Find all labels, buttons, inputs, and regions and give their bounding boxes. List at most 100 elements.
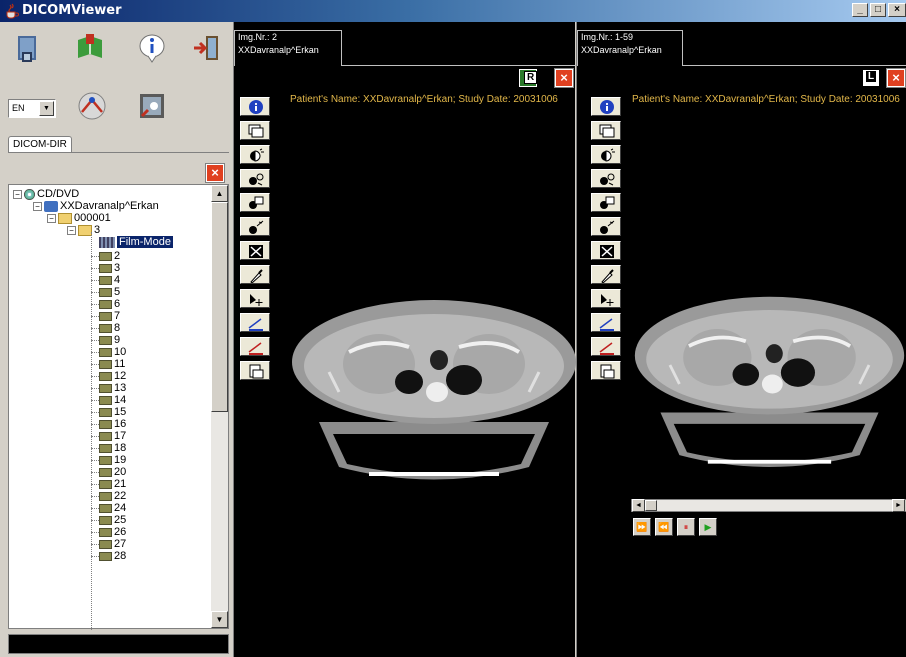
move-tool-button[interactable] [591,289,621,308]
collapse-icon[interactable]: − [67,225,76,235]
window-level-tool-button[interactable] [240,169,270,188]
tree-node-cd[interactable]: − CD/DVD [13,188,79,200]
network-icon[interactable] [74,88,110,124]
pipette-tool-button[interactable] [591,265,621,284]
image-icon [99,371,112,381]
tree-node-image[interactable]: 24 [91,502,126,514]
tree-node-image[interactable]: 19 [91,454,126,466]
info-tool-button[interactable] [240,97,270,116]
scroll-down-button[interactable]: ▼ [211,611,228,628]
film-icon [99,236,115,248]
stack-tool-button[interactable] [591,121,621,140]
contrast-tool-button[interactable] [591,145,621,164]
pipette-tool-button[interactable] [240,265,270,284]
image-viewer-1[interactable]: Img.Nr.: 2 XXDavranalp^Erkan R × Patient… [233,22,576,657]
close-viewer-2-button[interactable]: × [886,68,906,88]
play-icon: ▶ [704,522,712,532]
tree-node-image[interactable]: 11 [91,358,125,370]
stack-icon [248,124,264,138]
stack-icon [599,124,615,138]
measure-tool-button[interactable] [240,313,270,332]
tree-node-image[interactable]: 2 [91,250,120,262]
print-tool-button[interactable] [240,361,270,380]
tree-node-series[interactable]: −3 [67,224,100,236]
tree-node-patient[interactable]: − XXDavranalp^Erkan [33,200,159,212]
image-viewer-2[interactable]: Img.Nr.: 1-59 XXDavranalp^Erkan L × Pati… [576,22,906,657]
tab-dicom-dir[interactable]: DICOM-DIR [8,136,72,152]
tree-node-image[interactable]: 18 [91,442,126,454]
contrast-tool-button[interactable] [240,145,270,164]
tree-node-image[interactable]: 16 [91,418,126,430]
image-icon [99,419,112,429]
fit-tool-button[interactable] [240,241,270,260]
tree-node-image[interactable]: 3 [91,262,120,274]
left-orientation-button[interactable]: L [862,69,880,87]
tree-node-image[interactable]: 5 [91,286,120,298]
open-folder-icon[interactable] [10,30,46,66]
scroll-thumb[interactable] [211,202,228,412]
tree-node-image[interactable]: 15 [91,406,126,418]
gamma-tool-button[interactable] [240,217,270,236]
print-tool-button[interactable] [591,361,621,380]
close-window-button[interactable]: × [888,3,906,17]
exit-icon[interactable] [190,30,226,66]
minimize-button[interactable]: _ [852,3,868,17]
tree-node-image[interactable]: 27 [91,538,126,550]
window-level-tool-button[interactable] [591,169,621,188]
tree-node-image[interactable]: 9 [91,334,120,346]
tree-node-image[interactable]: 6 [91,298,120,310]
collapse-icon[interactable]: − [33,201,42,211]
tree-node-image[interactable]: 10 [91,346,126,358]
angle-tool-button[interactable] [240,337,270,356]
tree-node-image[interactable]: 20 [91,466,126,478]
image-icon [99,299,112,309]
scroll-left-button[interactable]: ◄ [632,499,645,512]
frame-scroll-track[interactable] [657,500,892,511]
move-icon [250,294,263,306]
close-viewer-1-button[interactable]: × [554,68,574,88]
tree-node-study[interactable]: −000001 [47,212,111,224]
tree-scrollbar[interactable]: ▲ ▼ [211,185,228,628]
fit-tool-button[interactable] [591,241,621,260]
stack-tool-button[interactable] [240,121,270,140]
tree-node-image[interactable]: 26 [91,526,126,538]
tree-node-image[interactable]: 28 [91,550,126,562]
tree-node-image[interactable]: 22 [91,490,126,502]
tree-node-image[interactable]: 25 [91,514,126,526]
tree-node-image[interactable]: 21 [91,478,126,490]
tree-node-image[interactable]: 17 [91,430,126,442]
right-orientation-button[interactable]: R [519,69,538,87]
frame-scroll-thumb[interactable] [645,500,657,511]
tree-node-film-mode[interactable]: Film-Mode [99,236,173,248]
book-icon[interactable] [72,30,108,66]
play-button[interactable]: ▶ [699,518,717,536]
collapse-icon[interactable]: − [47,213,56,223]
collapse-icon[interactable]: − [13,189,22,199]
tree-node-image[interactable]: 12 [91,370,126,382]
fast-forward-button[interactable]: ⏩ [633,518,651,536]
measure-tool-button[interactable] [591,313,621,332]
maximize-button[interactable]: □ [870,3,886,17]
scroll-up-button[interactable]: ▲ [211,185,228,202]
frame-scrollbar[interactable]: ◄ ► [631,499,906,512]
tree-node-image[interactable]: 7 [91,310,120,322]
rewind-button[interactable]: ⏪ [655,518,673,536]
gamma-tool-button[interactable] [591,217,621,236]
tree-node-image[interactable]: 4 [91,274,120,286]
chevron-down-icon[interactable]: ▼ [39,101,54,116]
pause-button[interactable]: ⏸ [677,518,695,536]
info-tool-button[interactable] [591,97,621,116]
tree-node-image[interactable]: 14 [91,394,126,406]
close-tree-button[interactable]: × [205,163,225,183]
zoom-tool-button[interactable] [240,193,270,212]
contrast-icon [250,148,264,162]
zoom-tool-button[interactable] [591,193,621,212]
settings-icon[interactable] [134,88,170,124]
info-icon[interactable] [134,30,170,66]
language-select[interactable]: EN ▼ [8,99,56,118]
tree-node-image[interactable]: 13 [91,382,126,394]
scroll-right-button[interactable]: ► [892,499,905,512]
move-tool-button[interactable] [240,289,270,308]
tree-node-image[interactable]: 8 [91,322,120,334]
angle-tool-button[interactable] [591,337,621,356]
